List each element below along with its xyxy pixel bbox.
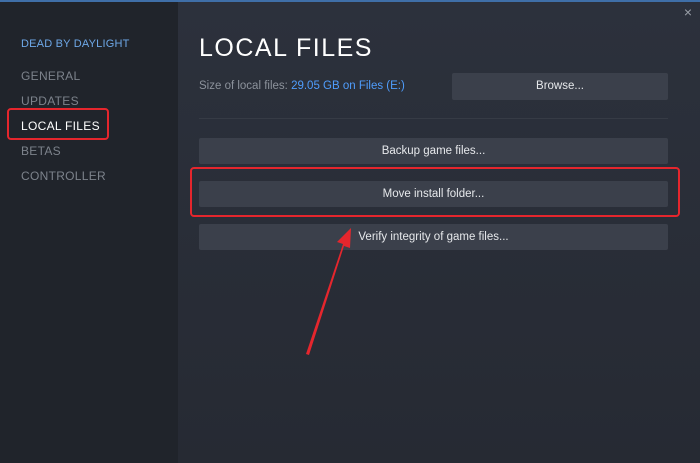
sidebar-item-controller[interactable]: CONTROLLER xyxy=(21,169,106,183)
sidebar-item-betas[interactable]: BETAS xyxy=(21,144,61,158)
sidebar-item-updates[interactable]: UPDATES xyxy=(21,94,79,108)
game-title: DEAD BY DAYLIGHT xyxy=(21,38,130,50)
sidebar: DEAD BY DAYLIGHT GENERAL UPDATES LOCAL F… xyxy=(0,2,178,463)
verify-integrity-button[interactable]: Verify integrity of game files... xyxy=(199,224,668,250)
properties-window: DEAD BY DAYLIGHT GENERAL UPDATES LOCAL F… xyxy=(0,0,700,463)
size-value-link[interactable]: 29.05 GB on Files (E:) xyxy=(291,80,405,92)
divider xyxy=(199,118,668,119)
page-title: LOCAL FILES xyxy=(199,34,373,62)
backup-game-files-button[interactable]: Backup game files... xyxy=(199,138,668,164)
close-icon[interactable]: × xyxy=(684,5,692,19)
size-label: Size of local files: xyxy=(199,80,288,92)
local-files-annotation-box xyxy=(7,108,109,140)
move-folder-annotation-box xyxy=(190,167,680,217)
local-files-size: Size of local files: 29.05 GB on Files (… xyxy=(199,80,405,92)
browse-button[interactable]: Browse... xyxy=(452,73,668,100)
sidebar-item-general[interactable]: GENERAL xyxy=(21,69,80,83)
